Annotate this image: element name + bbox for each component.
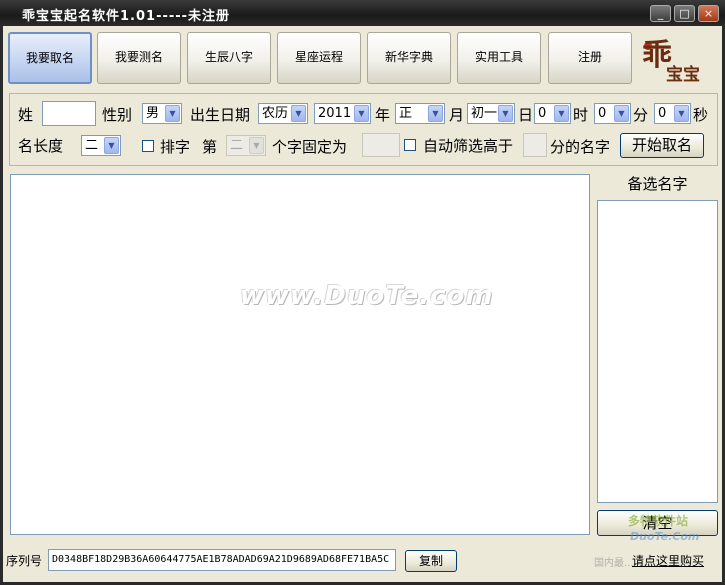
paizi-label: 排字: [160, 138, 191, 156]
chevron-down-icon[interactable]: ▼: [104, 137, 119, 154]
minute-select[interactable]: 0 ▼: [594, 103, 631, 124]
autofilter-checkbox[interactable]: [404, 139, 416, 151]
gender-value: 男: [146, 106, 160, 121]
day-value: 初一: [471, 106, 498, 121]
watermark-text: www.DuoTe.com: [240, 281, 494, 311]
autofilter-label: 自动筛选高于: [423, 137, 514, 155]
second-label: 秒: [693, 106, 709, 124]
score-suffix-label: 分的名字: [550, 138, 611, 156]
candidates-header: 备选名字: [627, 175, 688, 193]
paizi-checkbox[interactable]: [142, 140, 154, 152]
chevron-down-icon[interactable]: ▼: [165, 105, 180, 122]
chevron-down-icon[interactable]: ▼: [291, 105, 306, 122]
calendar-select[interactable]: 农历 ▼: [258, 103, 308, 124]
tab-horoscope[interactable]: 星座运程: [277, 32, 361, 84]
month-label: 月: [449, 106, 465, 124]
second-select[interactable]: 0 ▼: [654, 103, 691, 124]
site-watermark-line2: DuoTe.Com: [630, 530, 700, 543]
app-logo: 乖 宝宝: [640, 30, 720, 88]
month-value: 正: [399, 106, 413, 121]
window-title: 乖宝宝起名软件1.01-----未注册: [22, 9, 231, 24]
surname-input[interactable]: [42, 101, 96, 126]
chevron-down-icon[interactable]: ▼: [554, 105, 569, 122]
logo-sub-text: 宝宝: [666, 65, 700, 85]
hour-select[interactable]: 0 ▼: [534, 103, 571, 124]
gender-select[interactable]: 男 ▼: [142, 103, 182, 124]
candidates-list[interactable]: [597, 200, 718, 503]
tab-naming[interactable]: 我要取名: [8, 32, 92, 84]
site-watermark-line3: 国内最...: [594, 558, 634, 569]
second-value: 0: [658, 106, 667, 121]
minimize-button[interactable]: _: [650, 5, 671, 22]
minute-label: 分: [633, 106, 649, 124]
chevron-down-icon[interactable]: ▼: [354, 105, 369, 122]
close-button[interactable]: ×: [698, 5, 719, 22]
tab-dictionary[interactable]: 新华字典: [367, 32, 451, 84]
year-select[interactable]: 2011 ▼: [314, 103, 371, 124]
purchase-link[interactable]: 请点这里购买: [632, 552, 704, 569]
birthdate-label: 出生日期: [190, 106, 251, 124]
fixed-char-input[interactable]: [362, 133, 400, 157]
chevron-down-icon[interactable]: ▼: [498, 105, 513, 122]
namelength-select[interactable]: 二 ▼: [81, 135, 121, 156]
tab-bazi[interactable]: 生辰八字: [187, 32, 271, 84]
maximize-button[interactable]: □: [674, 5, 695, 22]
title-bar: 乖宝宝起名软件1.01-----未注册 _ □ ×: [0, 0, 725, 26]
surname-label: 姓: [18, 106, 34, 124]
month-select[interactable]: 正 ▼: [395, 103, 445, 124]
day-label: 日: [518, 106, 534, 124]
tab-name-test[interactable]: 我要测名: [97, 32, 181, 84]
serial-field[interactable]: D0348BF18D29B36A60644775AE1B78ADAD69A21D…: [48, 549, 396, 571]
fixed-char-label: 个字固定为: [272, 138, 348, 156]
tab-register[interactable]: 注册: [548, 32, 632, 84]
chevron-down-icon[interactable]: ▼: [249, 137, 264, 154]
score-input[interactable]: [523, 133, 547, 157]
hour-label: 时: [573, 106, 589, 124]
copy-button[interactable]: 复制: [405, 550, 457, 572]
start-naming-button[interactable]: 开始取名: [620, 133, 704, 158]
calendar-value: 农历: [262, 106, 289, 121]
day-select[interactable]: 初一 ▼: [467, 103, 515, 124]
position-value: 二: [230, 138, 244, 153]
site-watermark-line1: 多特软件站: [628, 514, 689, 528]
chevron-down-icon[interactable]: ▼: [674, 105, 689, 122]
gender-label: 性别: [102, 106, 133, 124]
namelength-label: 名长度: [18, 137, 64, 155]
serial-label: 序列号: [6, 554, 43, 568]
minute-value: 0: [598, 106, 607, 121]
position-prefix-label: 第: [202, 138, 218, 156]
hour-value: 0: [538, 106, 547, 121]
year-label: 年: [375, 106, 391, 124]
namelength-value: 二: [85, 138, 99, 153]
tab-tools[interactable]: 实用工具: [457, 32, 541, 84]
chevron-down-icon[interactable]: ▼: [614, 105, 629, 122]
year-value: 2011: [318, 106, 352, 121]
position-select[interactable]: 二 ▼: [226, 135, 266, 156]
chevron-down-icon[interactable]: ▼: [428, 105, 443, 122]
results-area[interactable]: [10, 174, 590, 535]
